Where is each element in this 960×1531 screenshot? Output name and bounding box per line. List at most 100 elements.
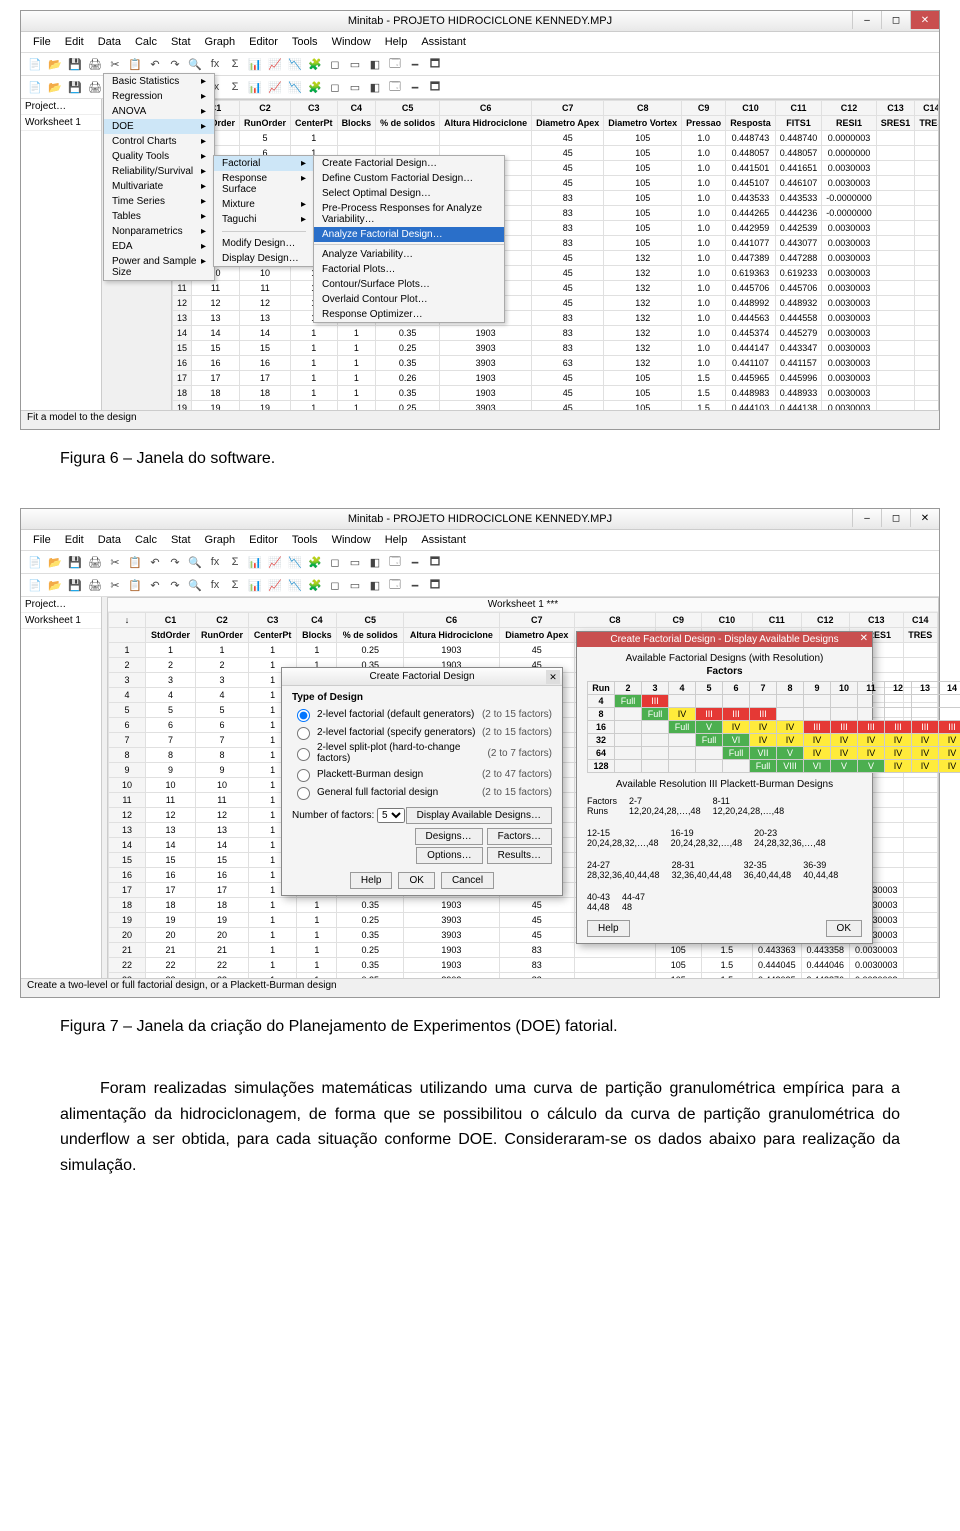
toolbar-icon[interactable]: ↶ [147,577,163,593]
design-type-radio[interactable] [297,769,310,782]
number-of-factors-select[interactable]: 5 [377,808,405,823]
toolbar-icon[interactable]: Σ [227,554,243,570]
menu-window[interactable]: Window [326,34,377,50]
stat-menu-item[interactable]: Multivariate▸ [104,179,214,194]
toolbar-icon[interactable]: fx [207,577,223,593]
close-button[interactable]: ✕ [910,11,939,29]
toolbar-icon[interactable]: fx [207,56,223,72]
toolbar-icon[interactable]: 📉 [287,79,303,95]
menu-calc[interactable]: Calc [129,532,163,548]
toolbar-icon[interactable]: 🗕 [407,577,423,593]
toolbar-icon[interactable]: 🖨 [87,577,103,593]
toolbar-icon[interactable]: 📄 [27,79,43,95]
factors-button[interactable]: Factors… [487,828,552,845]
stat-menu-item[interactable]: Quality Tools▸ [104,149,214,164]
help-button[interactable]: Help [350,872,393,889]
stat-menu-item[interactable]: Control Charts▸ [104,134,214,149]
toolbar-icon[interactable]: 💾 [67,56,83,72]
menu-tools[interactable]: Tools [286,34,324,50]
toolbar-icon[interactable]: 🗔 [387,577,403,593]
factorial-menu-item[interactable]: Overlaid Contour Plot… [314,292,504,307]
toolbar-icon[interactable]: ◻ [327,577,343,593]
toolbar-icon[interactable]: ✂ [107,577,123,593]
menu-editor[interactable]: Editor [243,532,284,548]
stat-menu-item[interactable]: Nonparametrics▸ [104,224,214,239]
options-button[interactable]: Options… [416,847,482,864]
toolbar-icon[interactable]: Σ [227,577,243,593]
toolbar-icon[interactable]: ↶ [147,554,163,570]
toolbar-icon[interactable]: 📈 [267,577,283,593]
toolbar-icon[interactable]: 💾 [67,554,83,570]
cancel-button[interactable]: Cancel [441,872,494,889]
toolbar-icon[interactable]: 📉 [287,577,303,593]
factorial-menu-item[interactable]: Pre-Process Responses for Analyze Variab… [314,201,504,227]
toolbar-icon[interactable]: 📂 [47,56,63,72]
toolbar-icon[interactable]: ✂ [107,56,123,72]
toolbar-icon[interactable]: 🧩 [307,577,323,593]
menu-file[interactable]: File [27,34,57,50]
ok-button[interactable]: OK [826,920,862,937]
help-button[interactable]: Help [587,920,630,937]
doe-menu-item[interactable]: Taguchi▸ [214,212,314,227]
toolbar-icon[interactable]: ◧ [367,577,383,593]
toolbar-icon[interactable]: 📂 [47,79,63,95]
toolbar-icon[interactable]: ↶ [147,56,163,72]
worksheet-label[interactable]: Worksheet 1 [21,613,101,629]
toolbar-icon[interactable]: 🗖 [427,79,443,95]
doe-menu-item[interactable] [214,227,314,236]
toolbar-icon[interactable]: ↷ [167,577,183,593]
toolbar-icon[interactable]: 📄 [27,554,43,570]
menu-tools[interactable]: Tools [286,532,324,548]
results-button[interactable]: Results… [487,847,552,864]
toolbar-icon[interactable]: 📊 [247,79,263,95]
toolbar-icon[interactable]: 💾 [67,79,83,95]
menu-data[interactable]: Data [92,34,127,50]
toolbar-icon[interactable]: 📄 [27,577,43,593]
stat-menu-item[interactable]: ANOVA▸ [104,104,214,119]
doe-menu-item[interactable]: Factorial▸ [214,156,314,171]
project-label[interactable]: Project… [21,99,101,115]
toolbar-icon[interactable]: 🗕 [407,56,423,72]
toolbar-icon[interactable]: 📉 [287,554,303,570]
menu-assistant[interactable]: Assistant [415,34,472,50]
toolbar-icon[interactable]: ◻ [327,79,343,95]
toolbar-icon[interactable]: Σ [227,56,243,72]
menu-graph[interactable]: Graph [199,34,242,50]
maximize-button[interactable]: ◻ [881,11,910,29]
designs-button[interactable]: Designs… [415,828,483,845]
stat-menu-item[interactable]: Regression▸ [104,89,214,104]
toolbar-icon[interactable]: 🧩 [307,554,323,570]
factorial-menu-item[interactable]: Response Optimizer… [314,307,504,322]
toolbar-icon[interactable]: 🗖 [427,577,443,593]
doe-menu-item[interactable]: Response Surface▸ [214,171,314,197]
toolbar-icon[interactable]: 📈 [267,56,283,72]
toolbar-icon[interactable]: 📉 [287,56,303,72]
toolbar-icon[interactable]: 🔍 [187,554,203,570]
dialog-close-button[interactable]: ✕ [546,670,560,684]
factorial-menu-item[interactable]: Analyze Variability… [314,247,504,262]
toolbar-icon[interactable]: ◧ [367,79,383,95]
doe-menu-item[interactable]: Display Design… [214,251,314,266]
menu-stat[interactable]: Stat [165,532,197,548]
toolbar-icon[interactable]: ◧ [367,56,383,72]
toolbar-icon[interactable]: 🖨 [87,56,103,72]
project-label[interactable]: Project… [21,597,101,613]
menu-graph[interactable]: Graph [199,532,242,548]
worksheet-label[interactable]: Worksheet 1 [21,115,101,131]
factorial-menu-item[interactable]: Factorial Plots… [314,262,504,277]
ok-button[interactable]: OK [398,872,434,889]
factorial-menu-item[interactable]: Create Factorial Design… [314,156,504,171]
toolbar-icon[interactable]: ▭ [347,554,363,570]
menu-assistant[interactable]: Assistant [415,532,472,548]
design-type-radio[interactable] [297,748,310,761]
menu-window[interactable]: Window [326,532,377,548]
stat-menu-item[interactable]: Basic Statistics▸ [104,74,214,89]
toolbar-icon[interactable]: 📊 [247,554,263,570]
doe-menu-item[interactable]: Modify Design… [214,236,314,251]
maximize-button[interactable]: ◻ [881,509,910,527]
toolbar-icon[interactable]: ↷ [167,554,183,570]
design-type-radio[interactable] [297,727,310,740]
toolbar-icon[interactable]: ▭ [347,79,363,95]
toolbar-icon[interactable]: 📋 [127,56,143,72]
stat-menu-item[interactable]: DOE▸ [104,119,214,134]
